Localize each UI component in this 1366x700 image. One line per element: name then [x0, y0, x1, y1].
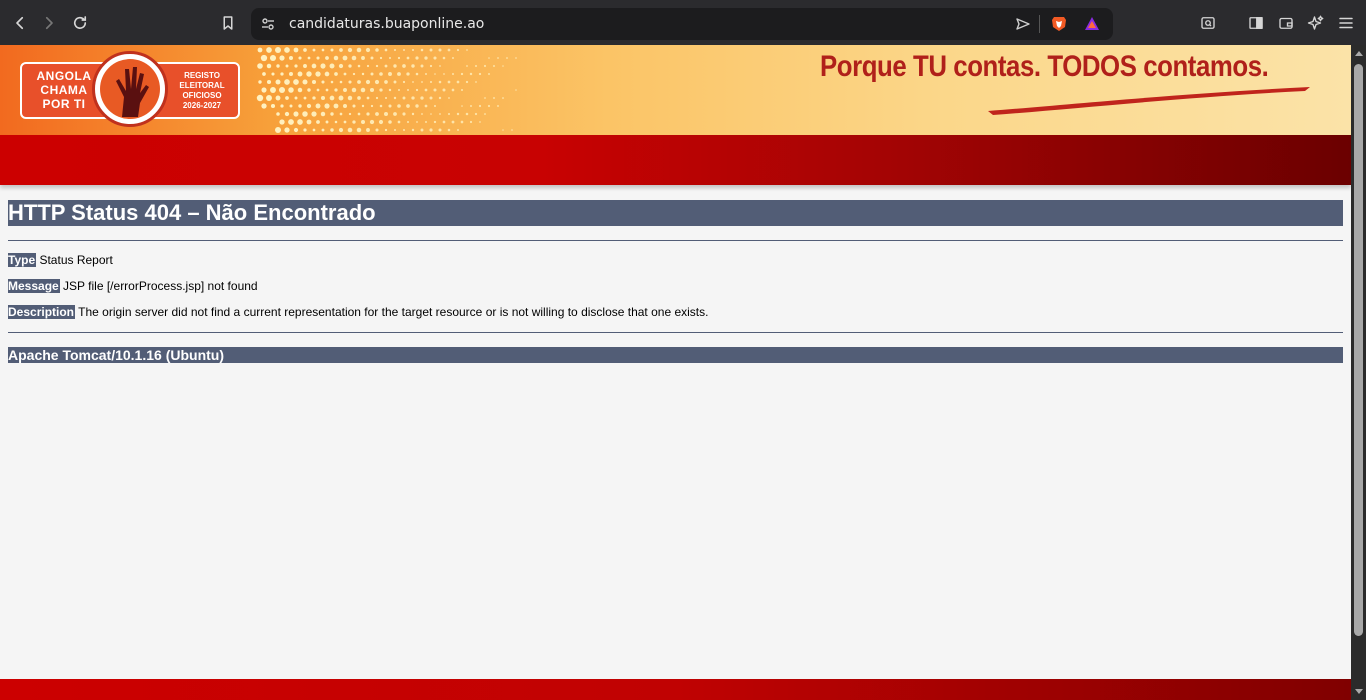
error-page: HTTP Status 404 – Não Encontrado Type St… [8, 200, 1343, 363]
description-row: Description The origin server did not fi… [8, 305, 1343, 320]
raised-hand-emblem [92, 51, 168, 127]
message-label: Message [8, 279, 60, 293]
scrollbar-thumb[interactable] [1354, 64, 1363, 636]
bookmark-icon[interactable] [216, 11, 240, 35]
address-bar[interactable]: candidaturas.buaponline.ao [251, 8, 1113, 40]
brave-shields-icon[interactable] [1050, 15, 1068, 33]
site-banner: ANGOLA CHAMA POR TI REGISTO ELEITORAL OFICIO… [0, 45, 1351, 135]
red-nav-band [0, 135, 1351, 185]
brush-stroke [988, 87, 1310, 115]
wallet-icon[interactable] [1274, 11, 1298, 35]
browser-toolbar: candidaturas.buaponline.ao [0, 0, 1366, 45]
type-row: Type Status Report [8, 253, 1343, 268]
send-icon[interactable] [1015, 16, 1031, 32]
page-title: HTTP Status 404 – Não Encontrado [8, 200, 1343, 226]
leo-ai-icon[interactable] [1304, 11, 1328, 35]
red-footer-band [0, 679, 1351, 700]
slogan: Porque TU contas. TODOS contamos. [820, 50, 1269, 83]
logo-right-text: REGISTO ELEITORAL OFICIOSO 2026-2027 [179, 71, 225, 110]
search-tab-icon[interactable] [1196, 11, 1220, 35]
menu-icon[interactable] [1334, 11, 1358, 35]
message-row: Message JSP file [/errorProcess.jsp] not… [8, 279, 1343, 294]
divider [8, 240, 1343, 241]
message-value: JSP file [/errorProcess.jsp] not found [63, 279, 258, 293]
description-label: Description [8, 305, 76, 319]
sidebar-icon[interactable] [1244, 11, 1268, 35]
type-value: Status Report [39, 253, 113, 267]
logo-left-text: ANGOLA CHAMA POR TI [36, 69, 92, 111]
scroll-up-icon[interactable] [1355, 51, 1363, 56]
dot-pattern [256, 46, 517, 134]
back-icon[interactable] [8, 11, 32, 35]
vertical-scrollbar[interactable] [1351, 45, 1366, 700]
server-info: Apache Tomcat/10.1.16 (Ubuntu) [8, 347, 1343, 363]
divider [8, 332, 1343, 333]
brave-rewards-icon[interactable] [1083, 15, 1101, 33]
site-settings-icon[interactable] [260, 16, 276, 32]
url-text[interactable]: candidaturas.buaponline.ao [289, 16, 484, 32]
scroll-down-icon[interactable] [1355, 689, 1363, 694]
description-value: The origin server did not find a current… [78, 305, 709, 319]
type-label: Type [8, 253, 37, 267]
reload-icon[interactable] [68, 11, 92, 35]
forward-icon[interactable] [37, 11, 61, 35]
divider [1039, 15, 1040, 33]
